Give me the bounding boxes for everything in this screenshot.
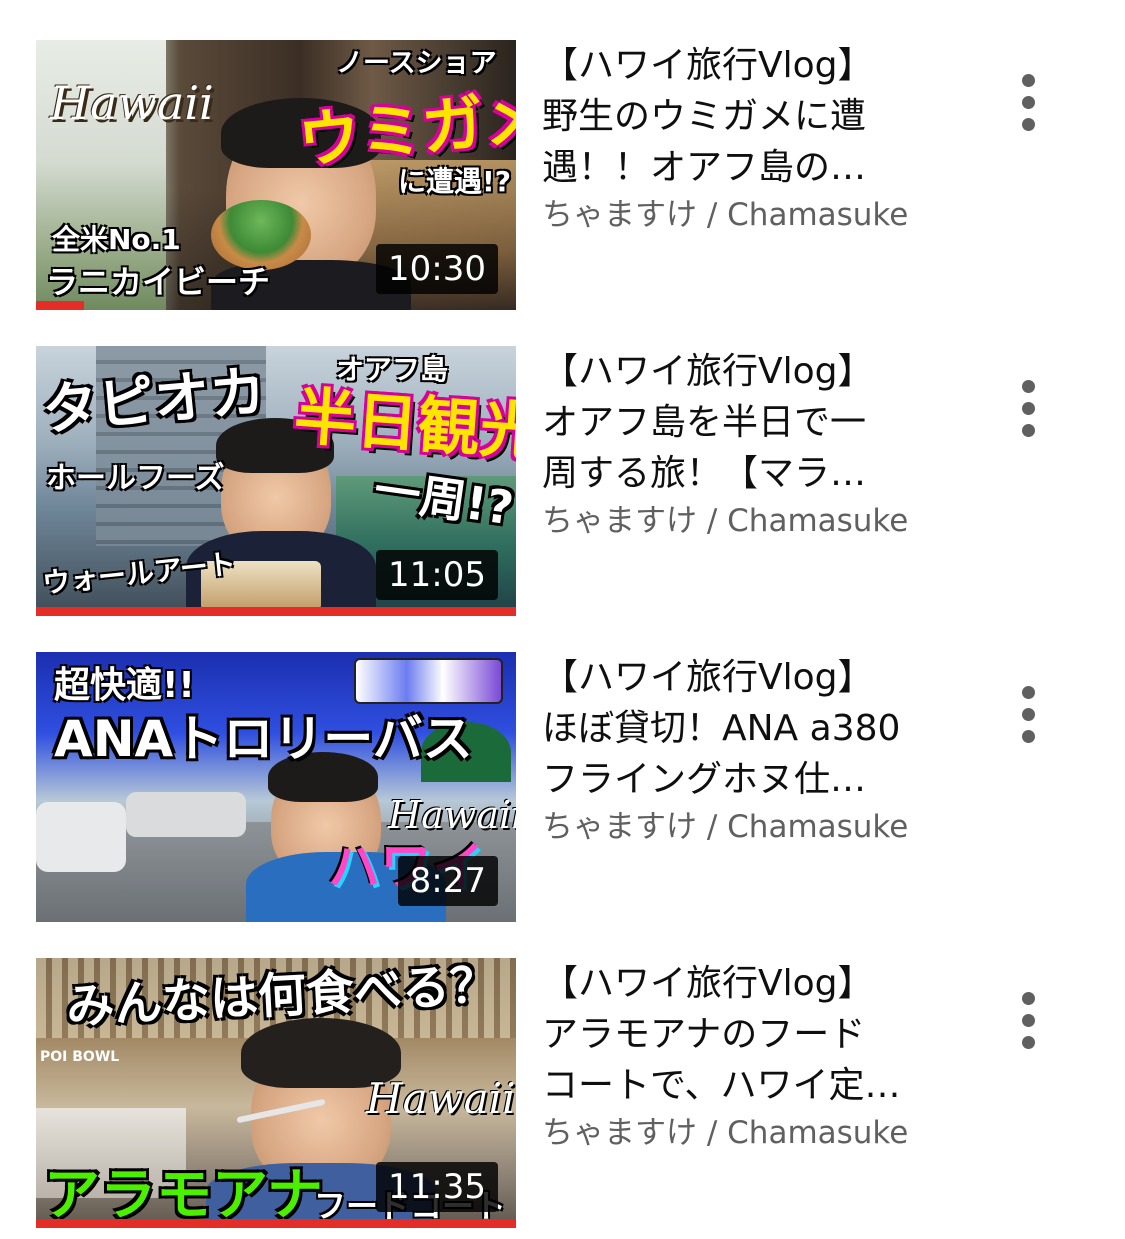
thumbnail-text-ala-moana: アラモアナ [44,1163,323,1228]
video-title-line: 野生のウミガメに遭 [542,96,867,137]
video-title-line: コートで、ハワイ定… [542,1065,901,1106]
more-options-icon[interactable] [1004,374,1054,444]
video-thumbnail[interactable]: Hawaii ノースショア ウミガメ に遭遇!? 全米No.1 ラニカイビーチ … [36,40,516,310]
thumbnail-text-half-day: 半日観光 [291,379,516,470]
thumbnail-text-encounter: に遭遇!? [398,165,512,198]
video-duration: 10:30 [376,244,498,294]
video-list-item[interactable]: 超快適!! ANAトロリーバス Hawaii ハワイ 8:27 【ハワイ旅行Vl… [0,652,1125,924]
video-duration: 8:27 [397,856,498,906]
channel-name[interactable]: ちゃますけ / Chamasuke [542,195,982,235]
more-options-dot [1022,992,1035,1005]
thumbnail-text-hawaii: Hawaii [366,1074,516,1123]
watch-progress-fill [36,1219,516,1228]
video-title-line: 遇！！オアフ島の… [542,147,867,188]
thumbnail-car [126,792,246,837]
thumbnail-text-hawaii: Hawaii [50,76,214,130]
more-options-dot [1022,118,1035,131]
more-options-dot [1022,424,1035,437]
video-thumbnail[interactable]: タピオカ オアフ島 半日観光 ホールフーズ 一周!? ウォールアート 11:05 [36,346,516,616]
video-title-line: 【ハワイ旅行Vlog】 [542,351,874,392]
more-options-dot [1022,730,1035,743]
video-title[interactable]: 【ハワイ旅行Vlog】 ほぼ貸切！ANA a380 フライングホヌ仕… [542,652,982,805]
thumbnail-text-no1: 全米No.1 [52,223,181,256]
watch-progress-fill [36,607,516,616]
video-duration: 11:05 [376,550,498,600]
video-meta: 【ハワイ旅行Vlog】 ほぼ貸切！ANA a380 フライングホヌ仕… ちゃます… [542,652,982,847]
video-duration: 11:35 [376,1162,498,1212]
video-meta: 【ハワイ旅行Vlog】 野生のウミガメに遭 遇！！オアフ島の… ちゃますけ / … [542,40,982,235]
thumbnail-text-ana-trolley: ANAトロリーバス [54,710,473,768]
video-list-item[interactable]: Hawaii ノースショア ウミガメ に遭遇!? 全米No.1 ラニカイビーチ … [0,40,1125,312]
watch-progress-bar [36,1219,516,1228]
thumbnail-text-north-shore: ノースショア [336,48,497,79]
more-options-dot [1022,74,1035,87]
more-options-dot [1022,380,1035,393]
video-title[interactable]: 【ハワイ旅行Vlog】 オアフ島を半日で一 周する旅！【マラ… [542,346,982,499]
more-options-dot [1022,96,1035,109]
more-options-dot [1022,708,1035,721]
thumbnail-text-wholefoods: ホールフーズ [46,461,225,496]
more-options-icon[interactable] [1004,680,1054,750]
video-title-line: アラモアナのフード [542,1014,866,1055]
video-meta: 【ハワイ旅行Vlog】 アラモアナのフード コートで、ハワイ定… ちゃますけ /… [542,958,982,1153]
video-title-line: 【ハワイ旅行Vlog】 [542,45,874,86]
video-title[interactable]: 【ハワイ旅行Vlog】 野生のウミガメに遭 遇！！オアフ島の… [542,40,982,193]
thumbnail-car [36,802,126,872]
thumbnail-bus [354,658,503,704]
thumbnail-text-comfort: 超快適!! [54,665,195,706]
thumbnail-text-poi-bowl: POI BOWL [40,1049,120,1065]
video-title-line: 【ハワイ旅行Vlog】 [542,963,874,1004]
thumbnail-text-hawaii: Hawaii [388,793,516,837]
more-options-dot [1022,1014,1035,1027]
video-thumbnail[interactable]: POI BOWL みんなは何食べる？ Hawaii アラモアナ フードコート 1… [36,958,516,1228]
watch-progress-bar [36,301,516,310]
video-title-line: 周する旅！【マラ… [542,453,867,494]
video-title-line: 【ハワイ旅行Vlog】 [542,657,874,698]
channel-name[interactable]: ちゃますけ / Chamasuke [542,501,982,541]
video-title-line: フライングホヌ仕… [542,759,867,800]
thumbnail-text-oahu: オアフ島 [336,353,449,386]
channel-name[interactable]: ちゃますけ / Chamasuke [542,807,982,847]
watch-progress-bar [36,913,516,922]
more-options-icon[interactable] [1004,986,1054,1056]
more-options-dot [1022,402,1035,415]
video-title-line: ほぼ貸切！ANA a380 [542,708,901,749]
more-options-dot [1022,686,1035,699]
channel-name[interactable]: ちゃますけ / Chamasuke [542,1113,982,1153]
video-meta: 【ハワイ旅行Vlog】 オアフ島を半日で一 周する旅！【マラ… ちゃますけ / … [542,346,982,541]
watch-progress-fill [36,301,84,310]
video-list-item[interactable]: POI BOWL みんなは何食べる？ Hawaii アラモアナ フードコート 1… [0,958,1125,1230]
more-options-dot [1022,1036,1035,1049]
thumbnail-text-lanikai: ラニカイビーチ [46,263,271,301]
video-list-item[interactable]: タピオカ オアフ島 半日観光 ホールフーズ 一周!? ウォールアート 11:05… [0,346,1125,618]
video-thumbnail[interactable]: 超快適!! ANAトロリーバス Hawaii ハワイ 8:27 [36,652,516,922]
thumbnail-burger [211,200,311,270]
video-title[interactable]: 【ハワイ旅行Vlog】 アラモアナのフード コートで、ハワイ定… [542,958,982,1111]
video-title-line: オアフ島を半日で一 [542,402,867,443]
more-options-icon[interactable] [1004,68,1054,138]
watch-progress-bar [36,607,516,616]
